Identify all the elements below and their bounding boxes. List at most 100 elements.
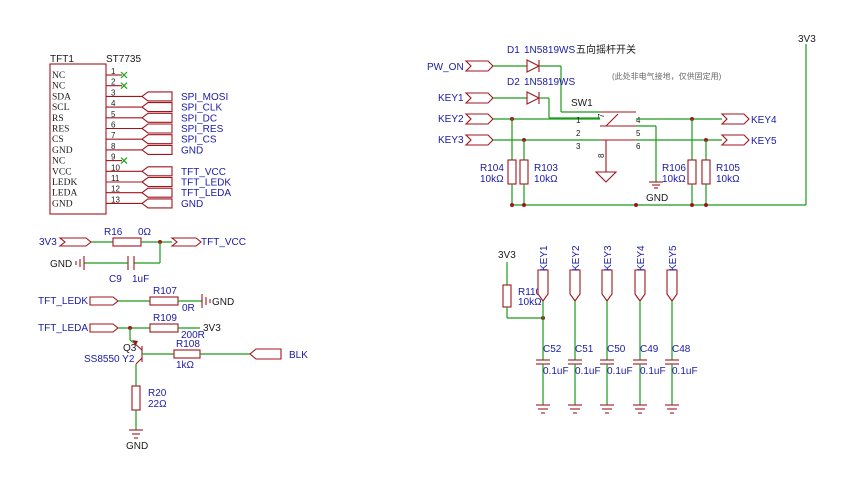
tft-pin-name: VCC (52, 167, 72, 177)
switch-note: (此处非电气接地，仅供固定用) (612, 71, 722, 81)
sw1-pin-1: 1 (576, 116, 581, 125)
sw1-pin-3: 3 (576, 142, 581, 151)
sw1-mount (594, 171, 618, 183)
tft-net-flag (141, 134, 173, 145)
tft-net-label: SPI_CS (181, 135, 217, 146)
key1-label: KEY1 (438, 93, 464, 104)
key-net-label: KEY5 (668, 245, 679, 271)
key-net-flag (634, 269, 646, 302)
pw-on-label: PW_ON (427, 62, 464, 73)
tft-net-flag (141, 187, 173, 198)
key5-label: KEY5 (751, 136, 777, 147)
tft-net-label: TFT_LEDK (181, 178, 231, 189)
ledk-gnd-label: GND (212, 297, 234, 308)
key-net-flag (601, 269, 613, 302)
tft-net-label: SPI_CLK (181, 103, 222, 114)
supply-net-flag (58, 237, 92, 247)
d1-part: 1N5819WS (524, 45, 575, 56)
tft-pin-name: NC (52, 82, 65, 92)
tft-net-flag (141, 102, 173, 113)
q3-collector (135, 357, 143, 365)
key3-label: KEY3 (438, 135, 464, 146)
key2-net-flag (464, 113, 494, 125)
leda-circuit: TFT_LEDA R109 200R 3V3 Q3 SS8550 Y2 R108… (38, 313, 308, 452)
cap-value: 0.1uF (672, 366, 698, 377)
key3-net-flag (464, 134, 494, 146)
tft-pin-name: LEDA (52, 189, 77, 199)
r104-resistor (507, 159, 517, 185)
switch-circuit: PW_ON D1 1N5819WS 五向摇杆开关 (此处非电气接地，仅供固定用)… (427, 34, 816, 207)
blk-net-flag (249, 348, 282, 360)
tft-net-flag (141, 144, 173, 155)
out-net-label: TFT_VCC (201, 237, 246, 248)
junction-dot (510, 203, 514, 207)
schematic-canvas: TFT1 ST7735 NC 1 NC 2 SDA 3 SPI_MOSI SCL 4 SPI_CL… (38, 34, 816, 452)
r106-resistor (687, 159, 697, 185)
leda-gnd-label: GND (126, 441, 148, 452)
tft-net-flag (141, 112, 173, 123)
tft-pin-name: LEDK (52, 178, 77, 188)
power-circuit: 3V3 R16 0Ω TFT_VCC GND C9 1uF (39, 227, 246, 285)
leda-net-flag (89, 323, 119, 333)
tft-net-label: SPI_DC (181, 113, 217, 124)
d2-ref: D2 (507, 77, 520, 88)
gnd-label: GND (50, 259, 72, 270)
c9-value: 1uF (132, 274, 149, 285)
schematic-sheet: TFT1 ST7735 NC 1 NC 2 SDA 3 SPI_MOSI SCL 4 SPI_CL… (0, 0, 842, 480)
r108-ref: R108 (176, 339, 200, 350)
d2-part: 1N5819WS (524, 77, 575, 88)
r109-ref: R109 (153, 313, 177, 324)
switch-title: 五向摇杆开关 (576, 43, 636, 56)
tft-ref: TFT1 (50, 54, 74, 65)
ledk-net-flag (89, 296, 119, 306)
d1-ref: D1 (507, 45, 520, 56)
tft-vcc-net-flag (170, 237, 202, 247)
r103-ref: R103 (534, 163, 558, 174)
cap-value: 0.1uF (543, 366, 569, 377)
r106-value: 10kΩ (662, 174, 686, 185)
key-net-flag (569, 269, 581, 302)
key-net-label: KEY1 (539, 245, 550, 271)
blk-label: BLK (289, 350, 308, 361)
tft-net-label: TFT_LEDA (181, 188, 231, 199)
r110-resistor (502, 284, 512, 308)
r16-resistor (112, 237, 142, 247)
r106-ref: R106 (662, 163, 686, 174)
tft-pin-name: NC (52, 71, 65, 81)
r16-ref: R16 (104, 227, 123, 238)
cap-ref: C52 (543, 344, 562, 355)
r108-value: 1kΩ (176, 360, 195, 371)
cap-ref: C50 (607, 344, 626, 355)
tft-pins: NC 1NC 2SDA 3 SPI_MOSISCL 4 SPI_CLKRS 5 SPI_DCRE… (52, 67, 231, 210)
q3-part: SS8550 Y2 (84, 354, 135, 365)
tft-pin-name: GND (52, 146, 73, 156)
cap-value: 0.1uF (640, 366, 666, 377)
r103-value: 10kΩ (534, 174, 558, 185)
leda-net-label: TFT_LEDA (38, 323, 88, 334)
switch-gnd-label: GND (646, 193, 668, 204)
sw1-pin-7: 7 (597, 113, 606, 118)
r110-value: 10kΩ (518, 297, 542, 308)
r20-resistor (131, 385, 141, 411)
filter-supply-label: 3V3 (498, 250, 516, 261)
junction-dot (690, 203, 694, 207)
r107-ref: R107 (153, 286, 177, 297)
tft-pin-name: RES (52, 125, 69, 135)
supply-label: 3V3 (39, 237, 57, 248)
tft-pin-name: CS (52, 135, 64, 145)
tft-connector: TFT1 ST7735 NC 1NC 2SDA 3 SPI_MOSISCL 4 SPI_CL… (49, 54, 231, 215)
r109-resistor (149, 323, 179, 333)
pw-on-net-flag (464, 60, 494, 72)
r104-value: 10kΩ (480, 174, 504, 185)
cap-ref: C51 (575, 344, 594, 355)
r20-value: 22Ω (148, 399, 167, 410)
sw1-lever (605, 113, 619, 127)
r105-ref: R105 (716, 163, 740, 174)
tft-part: ST7735 (106, 54, 141, 65)
switch-supply-label: 3V3 (798, 34, 816, 45)
tft-pin-name: SCL (52, 103, 70, 113)
key-net-flag (537, 269, 549, 302)
ledk-net-label: TFT_LEDK (38, 296, 88, 307)
sw1-pin-6: 6 (636, 142, 641, 151)
r104-ref: R104 (480, 163, 504, 174)
